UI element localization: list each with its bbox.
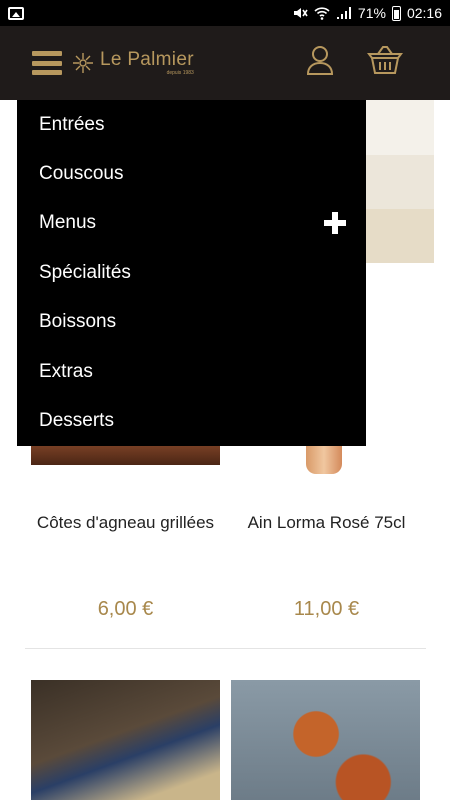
divider: [25, 648, 426, 649]
product-price: 11,00 €: [293, 598, 360, 620]
menu-item-label: Menus: [39, 212, 97, 234]
menu-icon[interactable]: [32, 51, 62, 75]
gallery-icon: [8, 6, 24, 20]
menu-item-entrees[interactable]: Entrées: [17, 100, 366, 149]
menu-item-label: Entrées: [39, 113, 105, 135]
product-price: 6,00 €: [97, 598, 154, 620]
app-header: Le Palmier depuis 1983: [0, 26, 450, 100]
product-image-dessert[interactable]: [231, 680, 420, 800]
menu-item-extras[interactable]: Extras: [17, 347, 366, 396]
menu-item-label: Boissons: [39, 311, 117, 333]
battery-icon: [391, 5, 401, 21]
wifi-icon: [314, 7, 330, 20]
menu-item-menus[interactable]: Menus: [17, 199, 366, 248]
brand-tagline: depuis 1983: [166, 70, 194, 76]
menu-item-couscous[interactable]: Couscous: [17, 149, 366, 198]
product-name[interactable]: Côtes d'agneau grillées: [31, 512, 220, 534]
product-name[interactable]: Ain Lorma Rosé 75cl: [232, 512, 421, 534]
menu-item-specialites[interactable]: Spécialités: [17, 248, 366, 297]
clock: 02:16: [406, 5, 442, 21]
mute-icon: [293, 8, 308, 18]
menu-item-label: Desserts: [39, 410, 114, 432]
brand-logo[interactable]: Le Palmier depuis 1983: [72, 50, 194, 76]
cart-icon[interactable]: [367, 44, 403, 76]
brand-name: Le Palmier: [100, 49, 194, 70]
product-image-tagine[interactable]: [31, 680, 220, 800]
category-menu: Entrées Couscous Menus Spécialités Boiss…: [17, 100, 366, 446]
user-icon[interactable]: [305, 44, 335, 76]
menu-item-desserts[interactable]: Desserts: [17, 396, 366, 445]
status-bar: 71% 02:16: [0, 0, 450, 26]
signal-icon: [336, 7, 351, 19]
palm-logo-icon: [73, 53, 93, 73]
plus-icon[interactable]: [324, 212, 346, 235]
menu-item-label: Spécialités: [39, 261, 131, 283]
menu-item-label: Couscous: [39, 163, 124, 185]
battery-percentage: 71%: [357, 5, 386, 21]
menu-item-label: Extras: [39, 360, 93, 382]
menu-item-boissons[interactable]: Boissons: [17, 298, 366, 347]
